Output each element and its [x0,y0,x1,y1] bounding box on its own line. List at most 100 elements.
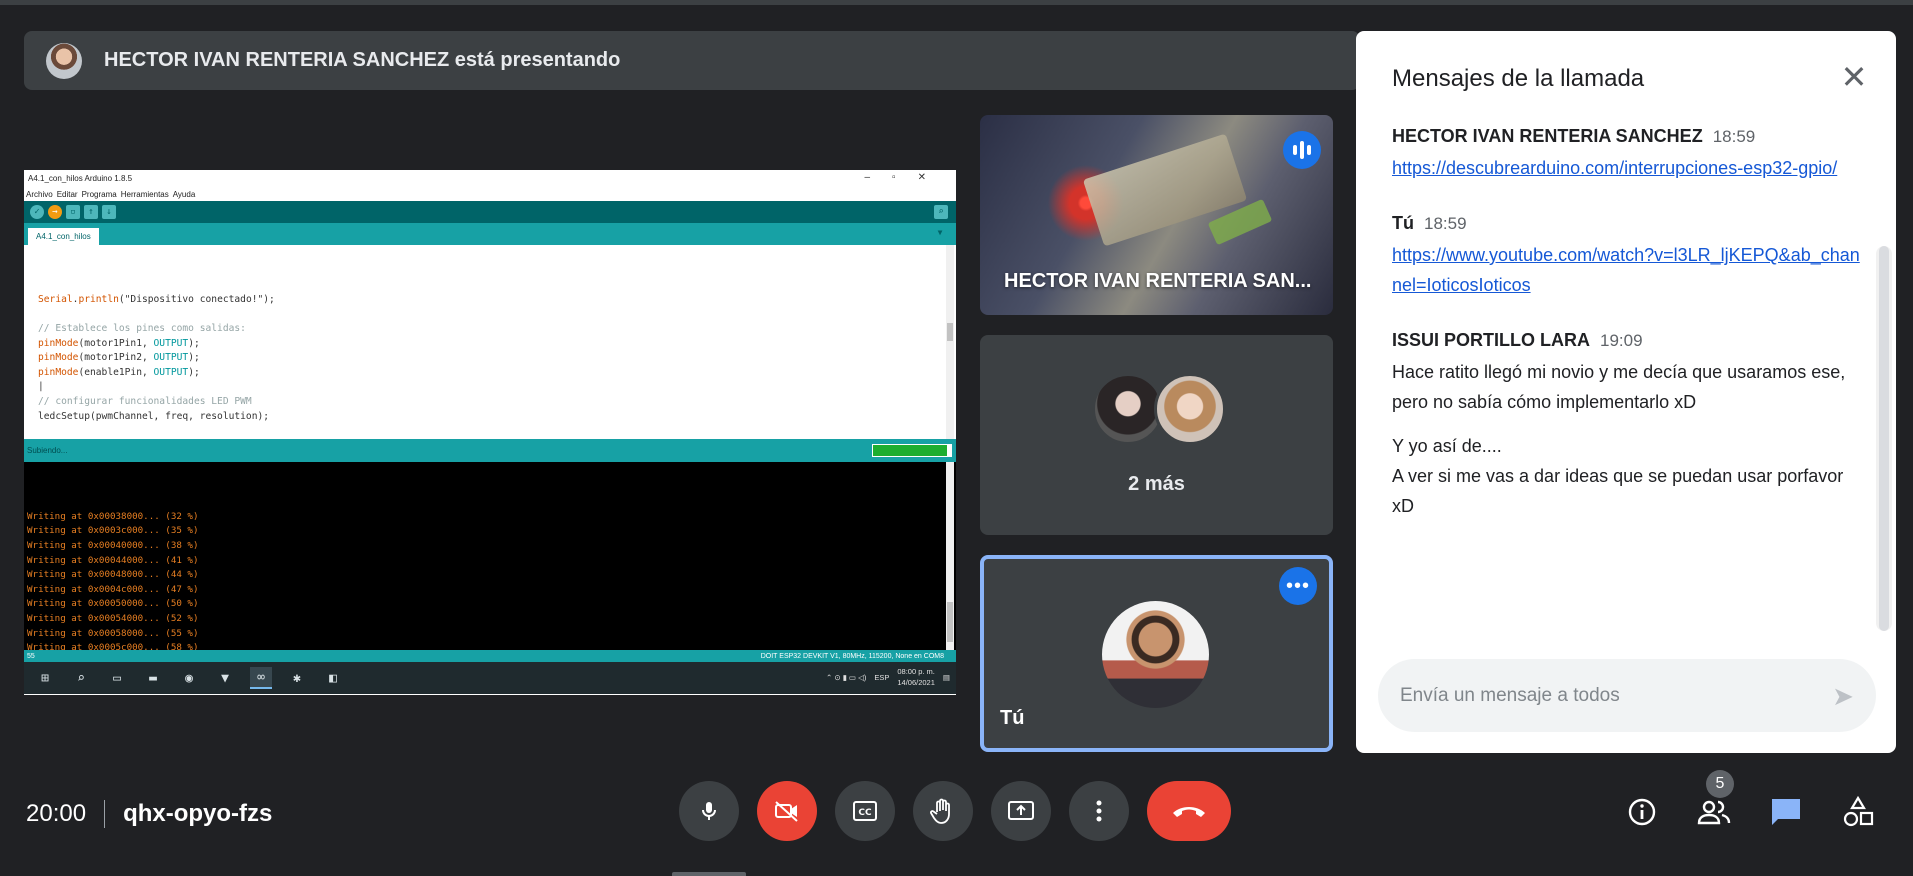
end-call-button[interactable] [1147,781,1231,841]
console-line: Writing at 0x00040000... (38 %) [27,539,199,551]
code-token: OUTPUT [153,352,189,364]
chat-messages: HECTOR IVAN RENTERIA SANCHEZ 18:59 https:/… [1392,126,1862,551]
avatar [1154,373,1226,445]
upload-status: Subiendo... [27,446,68,455]
meeting-details-button[interactable] [1620,790,1664,834]
taskbar-time: 08:00 p. m. [897,667,935,676]
console-line: Writing at 0x00050000... (50 %) [27,598,199,610]
message-sender: ISSUI PORTILLO LARA [1392,330,1590,350]
meeting-time: 20:00 [26,800,87,827]
chat-button[interactable] [1764,790,1808,834]
message-header: Tú 18:59 [1392,213,1862,234]
code-line: // Establece los pines como salidas: [38,322,942,337]
participants-button[interactable]: 5 [1692,770,1736,834]
notification-icon: ▤ [942,672,950,682]
chat-title: Mensajes de la llamada [1392,65,1645,92]
presenter-banner: HECTOR IVAN RENTERIA SANCHEZ está presen… [24,31,1360,90]
code-line: Serial.println("Dispositivo conectado!")… [38,293,942,308]
console-line: Writing at 0x00044000... (41 %) [27,554,199,566]
hand-icon [930,798,950,824]
more-options-button[interactable] [1069,781,1129,841]
code-editor: Serial.println("Dispositivo conectado!")… [24,245,956,465]
code-token: OUTPUT [153,337,189,349]
code-token: ); [188,337,200,349]
captions-button[interactable]: CC [835,781,895,841]
more-participants-label: 2 más [1128,473,1185,495]
upload-icon: → [48,205,62,219]
more-vert-icon [1096,800,1102,822]
network-app-icon: ✱ [293,670,301,686]
sketch-tab: A4.1_con_hilos [28,228,99,245]
console-line: Writing at 0x0005c000... (58 %) [27,642,199,650]
meeting-info: 20:00 qhx-opyo-fzs [26,800,272,828]
code-line: // configurar funcionalidades LED PWM [38,395,942,410]
ide-menu-item: Herramientas [120,189,169,199]
message-text: Hace ratito llegó mi novio y me decía qu… [1392,362,1846,412]
ide-tabbar: A4.1_con_hilos ▼ [24,223,956,245]
message-text: Y yo así de.... A ver si me vas a dar id… [1392,436,1844,516]
tab-menu-icon: ▼ [937,228,943,237]
activities-button[interactable] [1836,790,1880,834]
more-options-icon[interactable]: ••• [1279,567,1317,605]
message-link[interactable]: https://descubrearduino.com/interrupcion… [1392,158,1837,178]
present-button[interactable] [991,781,1051,841]
raise-hand-button[interactable] [913,781,973,841]
console-line: Writing at 0x00054000... (52 %) [27,612,199,624]
code-line: | [38,380,942,395]
people-icon [1697,800,1731,825]
chat-scrollbar-thumb[interactable] [1879,246,1889,631]
speaker-tile[interactable]: HECTOR IVAN RENTERIA SAN... [980,115,1333,315]
top-edge [0,0,1913,5]
code-token: ledcSetup(pwmChannel, freq, resolution); [38,410,270,422]
camera-off-icon [775,801,798,822]
chrome-icon: ◉ [185,670,193,686]
message-time: 18:59 [1424,214,1467,233]
upload-progress-bar [872,444,952,457]
ide-menubar: Archivo Editar Programa Herramientas Ayuda [24,187,956,201]
code-token: // configurar funcionalidades LED PWM [38,395,252,407]
code-token: (enable1Pin, [78,366,154,378]
side-panel-controls: 5 [1620,770,1880,834]
file-explorer-icon: ▬ [149,670,157,686]
chat-input[interactable] [1400,684,1800,707]
hang-up-icon [1173,807,1205,817]
ide-menu-item: Archivo [26,189,53,199]
microphone-button[interactable] [679,781,739,841]
taskbar-clock: 08:00 p. m. 14/06/2021 [897,666,935,688]
speaking-icon [1283,131,1321,169]
message-header: ISSUI PORTILLO LARA 19:09 [1392,330,1862,351]
console-scrollbar [946,462,954,650]
presenter-title: HECTOR IVAN RENTERIA SANCHEZ está presen… [104,49,621,71]
camera-button[interactable] [757,781,817,841]
divider [104,800,106,828]
chat-panel: Mensajes de la llamada ✕ HECTOR IVAN REN… [1356,31,1896,753]
open-file-icon: ↑ [84,205,98,219]
more-participants-tile[interactable]: 2 más [980,335,1333,535]
code-line: pinMode(motor1Pin2, OUTPUT); [38,351,942,366]
chat-scrollbar[interactable] [1876,246,1892,631]
ide-menu-item: Ayuda [172,189,196,199]
notes-app-icon: ◧ [329,670,337,686]
code-line: pinMode(enable1Pin, OUTPUT); [38,366,942,381]
message-link[interactable]: https://www.youtube.com/watch?v=l3LR_ljK… [1392,245,1860,295]
message-body: https://www.youtube.com/watch?v=l3LR_ljK… [1392,240,1862,300]
code-token: Serial [38,293,73,305]
window-title: A4.1_con_hilos Arduino 1.8.5 [28,174,133,183]
console-line: Writing at 0x00058000... (55 %) [27,627,199,639]
tray-icons: ⌃ ⊙ ▮ ▭ ◁) [825,672,867,682]
microphone-icon [702,802,716,820]
verify-icon: ✓ [30,205,44,219]
code-token: (motor1Pin1, [78,337,154,349]
send-icon[interactable]: ➤ [1828,681,1858,711]
code-line: ledcSetup(pwmChannel, freq, resolution); [38,410,942,425]
console-line: Writing at 0x00038000... (32 %) [27,510,199,522]
self-tile[interactable]: ••• Tú [980,555,1333,752]
chat-input-box: ➤ [1378,659,1876,732]
console-line: Writing at 0x00048000... (44 %) [27,569,199,581]
search-icon: ⌕ [77,670,85,686]
message-sender: Tú [1392,213,1414,233]
call-controls: CC [679,781,1231,841]
present-screen-icon [1008,801,1034,820]
close-icon[interactable]: ✕ [1838,61,1870,93]
